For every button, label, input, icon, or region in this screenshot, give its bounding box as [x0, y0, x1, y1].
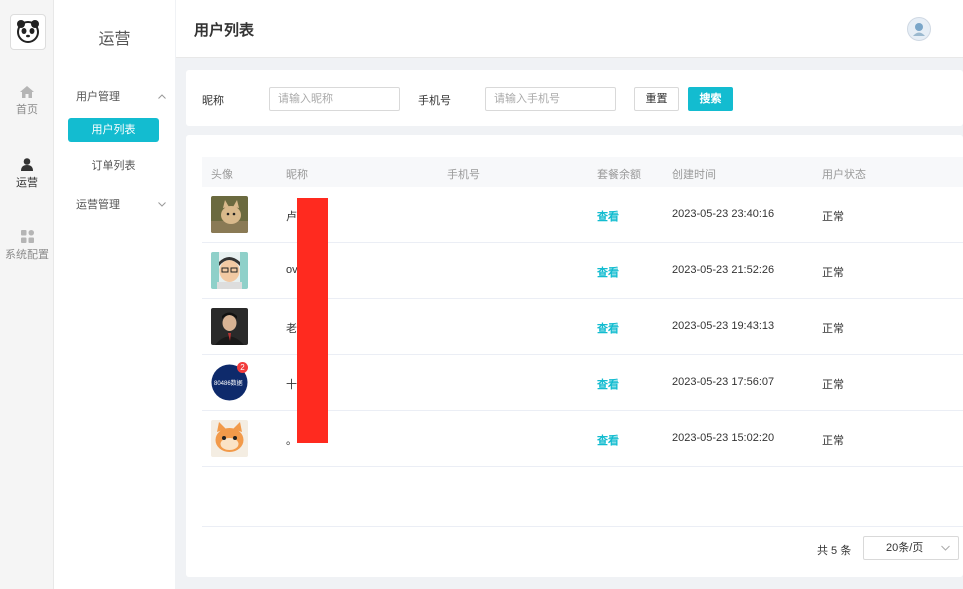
table-footer-divider: [202, 526, 963, 527]
status-cell: 正常: [822, 211, 844, 223]
reset-button[interactable]: 重置: [634, 87, 679, 111]
rail-item-system-config[interactable]: 系统配置: [0, 230, 54, 262]
rail-label-system-config: 系统配置: [5, 249, 49, 261]
chevron-up-icon: [158, 93, 166, 99]
avatar-logo-text: 80486数据: [214, 381, 243, 387]
main-rail: 首页 运营 系统配置: [0, 0, 54, 589]
status-cell: 正常: [822, 379, 844, 391]
search-panel: 昵称 请输入昵称 手机号 请输入手机号 重置 搜索: [186, 70, 963, 126]
submenu-title: 运营: [98, 31, 131, 48]
user-avatar[interactable]: [907, 17, 931, 41]
col-avatar: 头像: [211, 169, 233, 181]
home-icon: [20, 86, 34, 98]
chevron-down-icon: [941, 545, 950, 551]
avatar: [211, 196, 248, 233]
total-count: 共 5 条: [817, 545, 852, 557]
nickname-cell: 十: [286, 379, 297, 391]
app-logo[interactable]: [10, 14, 46, 50]
view-balance-link[interactable]: 查看: [597, 432, 619, 448]
chevron-down-icon: [158, 201, 166, 207]
notification-badge: 2: [237, 362, 248, 373]
status-cell: 正常: [822, 323, 844, 335]
avatar: [211, 420, 248, 457]
user-icon: [21, 158, 33, 171]
page-header: 用户列表: [176, 0, 963, 58]
nickname-input[interactable]: 请输入昵称: [269, 87, 400, 111]
grid-icon: [20, 230, 34, 243]
menu-group-label: 用户管理: [76, 91, 120, 103]
view-balance-link[interactable]: 查看: [597, 376, 619, 392]
redaction-bar: [297, 198, 328, 443]
nickname-cell: 。: [286, 435, 297, 447]
page-size-select[interactable]: 20条/页: [863, 536, 959, 560]
created-time-cell: 2023-05-23 15:02:20: [672, 432, 775, 444]
col-balance: 套餐余额: [597, 169, 641, 181]
created-time-cell: 2023-05-23 19:43:13: [672, 320, 775, 332]
menu-group-operations-management[interactable]: 运营管理: [76, 196, 166, 212]
sub-menu: 运营 用户管理 用户列表 订单列表 运营管理: [54, 0, 175, 589]
view-balance-link[interactable]: 查看: [597, 264, 619, 280]
rail-label-home: 首页: [16, 104, 38, 116]
status-cell: 正常: [822, 267, 844, 279]
menu-item-user-list[interactable]: 用户列表: [68, 118, 159, 142]
menu-group-user-management[interactable]: 用户管理: [76, 88, 166, 104]
avatar: 80486数据 2: [211, 362, 248, 401]
col-created: 创建时间: [672, 169, 716, 181]
view-balance-link[interactable]: 查看: [597, 208, 619, 224]
created-time-cell: 2023-05-23 23:40:16: [672, 208, 775, 220]
nickname-cell: ov: [286, 264, 298, 276]
col-status: 用户状态: [822, 169, 866, 181]
menu-group-label: 运营管理: [76, 199, 120, 211]
nickname-label: 昵称: [202, 95, 224, 107]
view-balance-link[interactable]: 查看: [597, 320, 619, 336]
created-time-cell: 2023-05-23 21:52:26: [672, 264, 775, 276]
rail-item-operations[interactable]: 运营: [0, 158, 54, 190]
created-time-cell: 2023-05-23 17:56:07: [672, 376, 775, 388]
col-nickname: 昵称: [286, 169, 308, 181]
nickname-cell: 老: [286, 323, 297, 335]
avatar: [211, 252, 248, 289]
search-button[interactable]: 搜索: [688, 87, 733, 111]
nickname-cell: 卢: [286, 211, 297, 223]
phone-label: 手机号: [418, 95, 451, 107]
page-size-value: 20条/页: [886, 542, 924, 554]
status-cell: 正常: [822, 435, 844, 447]
avatar: [211, 308, 248, 345]
rail-label-operations: 运营: [16, 177, 38, 189]
rail-item-home[interactable]: 首页: [0, 86, 54, 117]
phone-input[interactable]: 请输入手机号: [485, 87, 616, 111]
page-title: 用户列表: [194, 22, 255, 39]
col-phone: 手机号: [447, 169, 480, 181]
menu-item-order-list[interactable]: 订单列表: [68, 154, 159, 178]
user-table-panel: 头像 昵称 手机号 套餐余额 创建时间 用户状态 卢 查看 2023-05-23…: [186, 135, 963, 577]
table-header: 头像 昵称 手机号 套餐余额 创建时间 用户状态: [202, 157, 963, 187]
